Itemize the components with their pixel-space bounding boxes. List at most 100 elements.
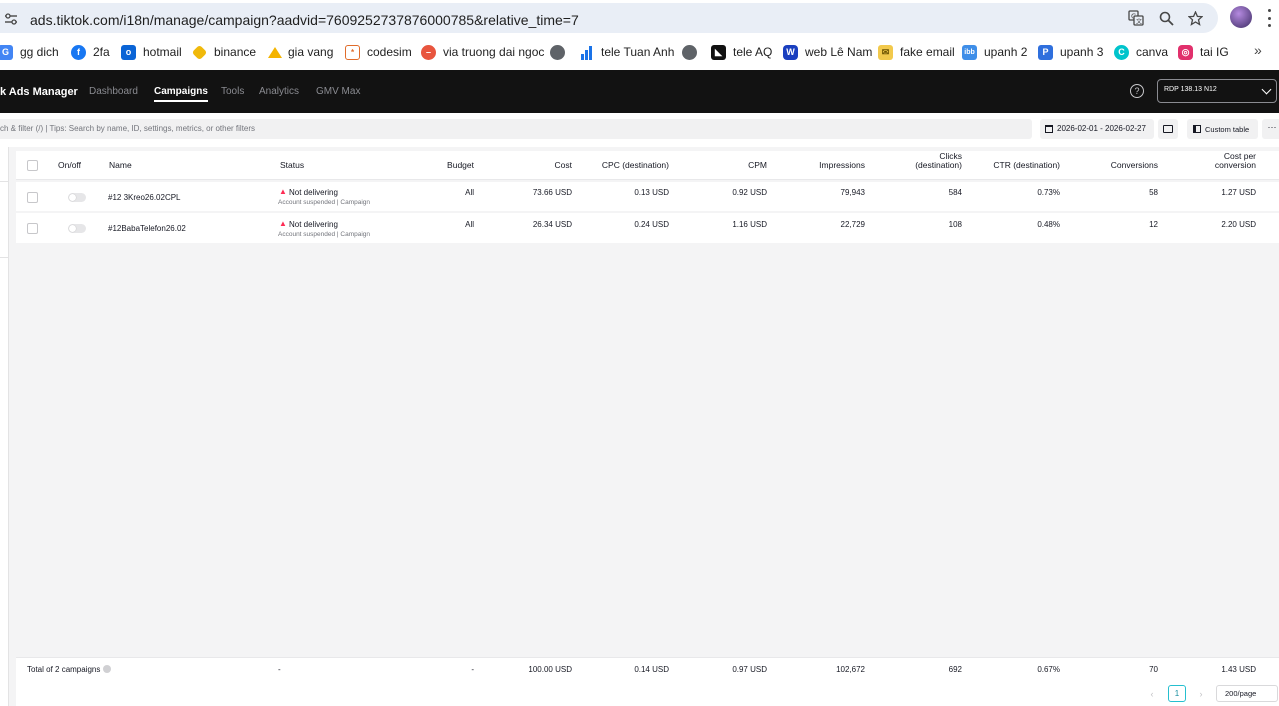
nav-campaigns[interactable]: Campaigns: [154, 86, 208, 102]
column-header-impressions[interactable]: Impressions: [785, 161, 865, 170]
total-label: Total of 2 campaigns: [27, 665, 112, 674]
cpc-cell: 0.13 USD: [634, 188, 669, 197]
bookmark-web-le-nam[interactable]: Wweb Lê Nam: [783, 43, 872, 61]
filter-bar: ch & filter (/) | Tips: Search by name, …: [0, 113, 1279, 147]
column-header-cpm[interactable]: CPM: [697, 161, 767, 170]
web-shield-icon: W: [783, 44, 798, 60]
bookmark-tele-tuan-anh[interactable]: tele Tuan Anh: [579, 43, 674, 61]
campaign-toggle[interactable]: [68, 224, 86, 233]
total-status: -: [278, 665, 281, 674]
svg-text:文: 文: [1136, 18, 1142, 26]
address-bar[interactable]: ads.tiktok.com/i18n/manage/campaign?aadv…: [0, 3, 1218, 33]
bookmark-binance[interactable]: binance: [191, 43, 256, 61]
app-brand[interactable]: k Ads Manager: [0, 86, 78, 98]
globe-icon: [550, 44, 565, 60]
total-cpm: 0.97 USD: [732, 665, 767, 674]
more-options-icon[interactable]: ···: [1262, 119, 1279, 139]
bookmark-canva[interactable]: Ccanva: [1114, 43, 1168, 61]
total-impressions: 102,672: [836, 665, 865, 674]
site-settings-icon[interactable]: [4, 13, 18, 25]
bookmark-hotmail[interactable]: o hotmail: [121, 43, 182, 61]
facebook-icon: f: [71, 44, 86, 60]
translate-icon[interactable]: G文: [1126, 8, 1146, 28]
date-range-picker[interactable]: 2026-02-01 - 2026-02-27: [1040, 119, 1154, 139]
column-header-cost[interactable]: Cost: [502, 161, 572, 170]
compare-button[interactable]: [1158, 119, 1178, 139]
cat-face-icon: ◣: [711, 44, 726, 60]
column-header-conversions[interactable]: Conversions: [1070, 161, 1158, 170]
campaign-toggle[interactable]: [68, 193, 86, 202]
select-all-checkbox[interactable]: [27, 160, 38, 171]
account-selector[interactable]: RDP 138.13 N12: [1157, 79, 1277, 103]
table-row[interactable]: #12 3Kreo26.02CPL ▲ Not delivering Accou…: [16, 182, 1279, 211]
nav-tools[interactable]: Tools: [221, 86, 244, 97]
column-header-cpc[interactable]: CPC (destination): [579, 161, 669, 170]
bookmark-2fa[interactable]: f 2fa: [71, 43, 110, 61]
browser-toolbar: ads.tiktok.com/i18n/manage/campaign?aadv…: [0, 0, 1279, 36]
column-header-cost-per-conversion[interactable]: Cost per conversion: [1176, 152, 1256, 170]
bookmark-gg-dich[interactable]: Ggg dich: [0, 43, 59, 61]
bookmark-tele-aq[interactable]: ◣ tele AQ: [711, 43, 772, 61]
profile-avatar[interactable]: [1230, 6, 1252, 28]
header-line: conversion: [1214, 160, 1256, 170]
info-icon[interactable]: [103, 665, 112, 673]
table-row[interactable]: #12BabaTelefon26.02 ▲ Not delivering Acc…: [16, 213, 1279, 243]
bookmark-globe-2[interactable]: [682, 43, 697, 61]
bookmark-tai-ig[interactable]: ◎ tai IG: [1178, 43, 1229, 61]
column-header-ctr[interactable]: CTR (destination): [970, 161, 1060, 170]
bookmark-via-truong-dai-ngoc[interactable]: – via truong dai ngoc: [421, 43, 544, 61]
table-total-row: Total of 2 campaigns - - 100.00 USD 0.14…: [16, 657, 1279, 681]
bookmark-upanh-3[interactable]: Pupanh 3: [1038, 43, 1103, 61]
help-icon[interactable]: ?: [1130, 84, 1144, 98]
bookmark-fake-email[interactable]: ✉ fake email: [878, 43, 955, 61]
account-name: RDP 138.13 N12: [1164, 86, 1217, 93]
page-number-current[interactable]: 1: [1168, 685, 1186, 702]
prev-page-button[interactable]: ‹: [1144, 686, 1160, 702]
custom-table-label: Custom table: [1205, 125, 1250, 134]
chevron-down-icon: [1261, 84, 1272, 95]
warning-icon: ▲: [279, 187, 287, 196]
custom-table-button[interactable]: Custom table: [1187, 119, 1258, 139]
clicks-cell: 584: [948, 188, 962, 197]
campaign-name[interactable]: #12 3Kreo26.02CPL: [108, 193, 181, 202]
search-filter-input[interactable]: ch & filter (/) | Tips: Search by name, …: [0, 119, 1032, 139]
pagination: ‹ 1 › 200/page: [16, 681, 1279, 706]
bar-chart-icon: [579, 45, 594, 60]
calendar-icon: [1045, 125, 1053, 133]
bookmarks-overflow-icon[interactable]: »: [1254, 42, 1262, 58]
app-header: k Ads Manager Dashboard Campaigns Tools …: [0, 70, 1279, 113]
bookmark-codesim[interactable]: * codesim: [345, 43, 412, 61]
total-cost: 100.00 USD: [528, 665, 572, 674]
column-header-budget[interactable]: Budget: [414, 161, 474, 170]
search-placeholder: ch & filter (/) | Tips: Search by name, …: [0, 124, 256, 133]
conversions-cell: 58: [1149, 188, 1158, 197]
conversions-cell: 12: [1149, 220, 1158, 229]
url-text[interactable]: ads.tiktok.com/i18n/manage/campaign?aadv…: [30, 12, 579, 28]
status-text: Not delivering: [289, 220, 338, 229]
campaign-table-area: On/off Name Status Budget Cost CPC (dest…: [0, 147, 1279, 706]
budget-cell: All: [465, 220, 474, 229]
row-checkbox[interactable]: [27, 192, 38, 203]
clicks-cell: 108: [948, 220, 962, 229]
column-header-clicks[interactable]: Clicks (destination): [882, 152, 962, 170]
bookmark-gia-vang[interactable]: gia vang: [268, 43, 333, 61]
column-header-onoff[interactable]: On/off: [58, 161, 81, 170]
campaign-name[interactable]: #12BabaTelefon26.02: [108, 224, 186, 233]
divider: [0, 181, 8, 182]
nav-gmv-max[interactable]: GMV Max: [316, 86, 360, 97]
divider: [0, 257, 8, 258]
page-size-select[interactable]: 200/page: [1216, 685, 1278, 702]
globe-icon: [682, 44, 697, 60]
row-checkbox[interactable]: [27, 223, 38, 234]
nav-dashboard[interactable]: Dashboard: [89, 86, 138, 97]
bookmark-globe-1[interactable]: [550, 43, 565, 61]
nav-analytics[interactable]: Analytics: [259, 86, 299, 97]
ctr-cell: 0.48%: [1037, 220, 1060, 229]
zoom-icon[interactable]: [1156, 8, 1176, 28]
column-header-name[interactable]: Name: [109, 161, 132, 170]
browser-menu-icon[interactable]: [1266, 9, 1272, 27]
bookmark-upanh-2[interactable]: ibb upanh 2: [962, 43, 1027, 61]
next-page-button[interactable]: ›: [1193, 686, 1209, 702]
column-header-status[interactable]: Status: [280, 161, 304, 170]
bookmark-star-icon[interactable]: [1185, 8, 1205, 28]
